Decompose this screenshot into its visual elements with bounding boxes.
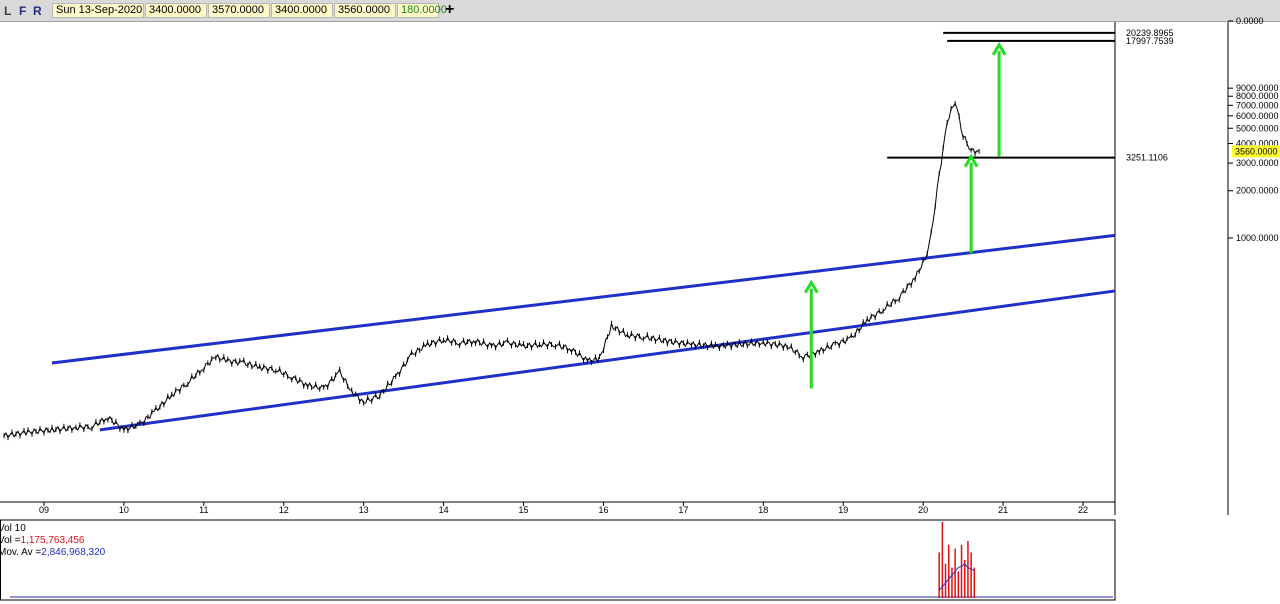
x-tick-label: 18 [758,505,768,515]
x-tick-label: 22 [1078,505,1088,515]
y-tick-label: 1000.0000 [1236,233,1279,243]
target-arrows [803,41,1007,389]
chart-canvas: 20239.896517997.75393251.1106 0.00009000… [0,16,1280,601]
y-tick-label: 0.0000 [1236,16,1264,26]
moving-average-label: Mov. Av =2,846,968,320 [0,547,106,558]
moving-average-value: 2,846,968,320 [41,547,105,558]
x-tick-label: 13 [359,505,369,515]
x-tick-label: 14 [439,505,449,515]
x-tick-label: 15 [519,505,529,515]
x-tick-label: 21 [998,505,1008,515]
channel-lower-line [99,289,1116,432]
x-tick-label: 10 [119,505,129,515]
x-tick-label: 16 [598,505,608,515]
y-tick-label: 2000.0000 [1236,186,1279,196]
y-tick-label: 6000.0000 [1236,111,1279,121]
volume-panel-title: Vol 10 [0,523,26,534]
y-axis: 0.00009000.00008000.00007000.00006000.00… [1228,16,1280,243]
chart-frame [0,22,1229,601]
x-tick-label: 19 [838,505,848,515]
x-tick-label: 09 [39,505,49,515]
y-tick-label: 5000.0000 [1236,123,1279,133]
volume-label: Vol =1,175,763,456 [0,535,85,546]
price-level-label: 17997.7539 [1126,36,1174,46]
price-level-label: 3251.1106 [1126,153,1168,163]
volume-panel [10,522,1113,598]
volume-value: 1,175,763,456 [21,535,85,546]
last-price-label: 3560.0000 [1235,146,1278,156]
x-tick-label: 12 [279,505,289,515]
volume-moving-average [938,563,975,591]
channel-upper-line [51,233,1116,365]
x-tick-label: 20 [918,505,928,515]
volume-frame [0,519,1116,601]
x-tick-label: 11 [199,505,208,515]
price-levels: 20239.896517997.75393251.1106 [887,28,1174,163]
y-tick-label: 7000.0000 [1236,100,1279,110]
x-tick-label: 17 [678,505,688,515]
x-axis: 09 10 11 12 13 14 15 16 17 18 19 20 21 22 [39,502,1088,515]
y-tick-label: 3000.0000 [1236,158,1279,168]
trend-channel [51,233,1116,432]
